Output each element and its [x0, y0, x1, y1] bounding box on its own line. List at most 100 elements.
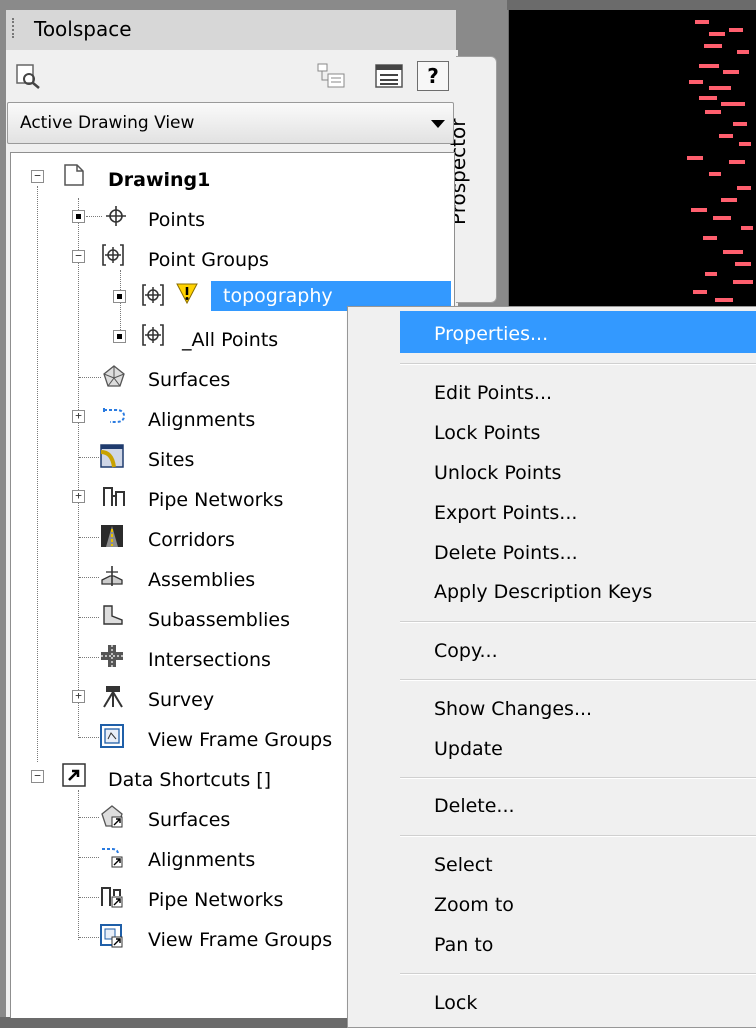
menu-item-pan-to[interactable]: Pan to [434, 934, 493, 956]
view-select-value: Active Drawing View [20, 113, 195, 133]
point-marker [704, 44, 722, 48]
zoom-drawing-icon[interactable] [14, 62, 42, 90]
tree-item-label: Surfaces [148, 369, 231, 391]
menu-separator [400, 777, 756, 779]
tree-connector [78, 790, 79, 940]
menu-item-show-changes[interactable]: Show Changes... [434, 698, 592, 720]
point-marker [721, 102, 745, 106]
point-marker [737, 186, 751, 190]
point-marker [713, 216, 731, 220]
item-view-icon[interactable] [316, 62, 346, 90]
tree-item-label: topography [223, 285, 333, 307]
collapsed-node-icon[interactable] [113, 290, 126, 303]
collapse-icon[interactable]: − [72, 250, 85, 263]
menu-item-unlock-points[interactable]: Unlock Points [434, 462, 561, 484]
tree-item-label: Points [148, 209, 206, 231]
point-group-icon [142, 324, 164, 346]
grip-handle-icon[interactable] [12, 18, 19, 38]
menu-item-properties[interactable]: Properties... [434, 323, 548, 345]
drawing-icon [64, 164, 84, 186]
surface-shortcut-icon [101, 805, 123, 828]
point-marker [739, 142, 751, 146]
tree-item-label: Alignments [148, 409, 256, 431]
tree-item-label: Assemblies [148, 569, 256, 591]
point-marker [715, 298, 733, 302]
menu-item-zoom-to[interactable]: Zoom to [434, 894, 514, 916]
view-frame-group-icon [100, 724, 124, 748]
alignment-shortcut-icon [102, 848, 123, 868]
point-marker [699, 96, 717, 100]
point-marker [729, 28, 743, 32]
site-icon [100, 444, 124, 468]
menu-item-delete[interactable]: Delete... [434, 795, 515, 817]
help-button[interactable]: ? [417, 61, 449, 91]
intersection-icon [101, 645, 123, 667]
collapse-icon[interactable]: − [31, 170, 44, 183]
tree-item-label: View Frame Groups [148, 929, 333, 951]
point-marker [687, 156, 703, 160]
menu-item-copy[interactable]: Copy... [434, 640, 498, 662]
tree-item-label: Pipe Networks [148, 489, 284, 511]
menu-item-lock-points[interactable]: Lock Points [434, 422, 540, 444]
menu-separator [400, 835, 756, 837]
point-marker [699, 64, 719, 68]
menu-item-edit-points[interactable]: Edit Points... [434, 382, 552, 404]
point-marker [709, 86, 731, 90]
tree-item-label: Drawing1 [108, 169, 211, 191]
point-marker [693, 290, 707, 294]
point-marker [729, 160, 745, 164]
assembly-icon [101, 566, 123, 586]
tree-connector [120, 270, 121, 338]
tree-item-label: Surfaces [148, 809, 231, 831]
point-marker [733, 280, 753, 284]
tree-item-label: Corridors [148, 529, 235, 551]
point-marker [705, 110, 721, 114]
expand-icon[interactable]: + [72, 690, 85, 703]
alignment-icon [103, 408, 126, 423]
collapsed-node-icon[interactable] [72, 210, 85, 223]
point-marker [691, 208, 707, 212]
warning-icon [176, 283, 198, 305]
menu-item-export-points[interactable]: Export Points... [434, 502, 577, 524]
tree-item-label: Survey [148, 689, 215, 711]
subassembly-icon [103, 605, 123, 625]
point-marker [695, 20, 709, 24]
drawing-canvas[interactable] [509, 10, 756, 310]
toggle-list-view-icon[interactable] [374, 62, 404, 90]
menu-item-delete-points[interactable]: Delete Points... [434, 542, 578, 564]
point-marker [721, 198, 737, 202]
point-group-icon [142, 284, 164, 306]
menu-item-update[interactable]: Update [434, 738, 503, 760]
menu-item-apply-description-keys[interactable]: Apply Description Keys [434, 581, 652, 603]
menu-item-select[interactable]: Select [434, 854, 493, 876]
point-marker [705, 272, 717, 276]
collapse-icon[interactable]: − [31, 770, 44, 783]
point-marker [735, 262, 751, 266]
point-marker [733, 122, 747, 126]
tree-item-label: Sites [148, 449, 195, 471]
menu-item-lock[interactable]: Lock [434, 992, 477, 1014]
tree-item-label: Subassemblies [148, 609, 291, 631]
menu-separator [400, 363, 756, 365]
tree-item-label: Intersections [148, 649, 271, 671]
tree-item-label: _All Points [182, 329, 279, 351]
corridor-icon [101, 525, 123, 547]
survey-icon [103, 686, 123, 708]
expand-icon[interactable]: + [72, 490, 85, 503]
point-marker [709, 32, 725, 36]
point-marker [719, 134, 733, 138]
menu-separator [400, 621, 756, 623]
point-icon [106, 206, 126, 226]
point-group-icon [102, 244, 124, 266]
menu-separator [400, 679, 756, 681]
tree-item-label: Alignments [148, 849, 256, 871]
collapsed-node-icon[interactable] [113, 330, 126, 343]
view-select[interactable]: Active Drawing View [7, 102, 454, 144]
tree-connector [37, 186, 38, 762]
context-menu: Properties... Edit Points... Lock Points… [347, 306, 756, 1028]
surface-icon [103, 365, 125, 387]
tree-item-label: Point Groups [148, 249, 269, 271]
expand-icon[interactable]: + [72, 410, 85, 423]
point-marker [723, 70, 739, 74]
tree-item-label: View Frame Groups [148, 729, 333, 751]
